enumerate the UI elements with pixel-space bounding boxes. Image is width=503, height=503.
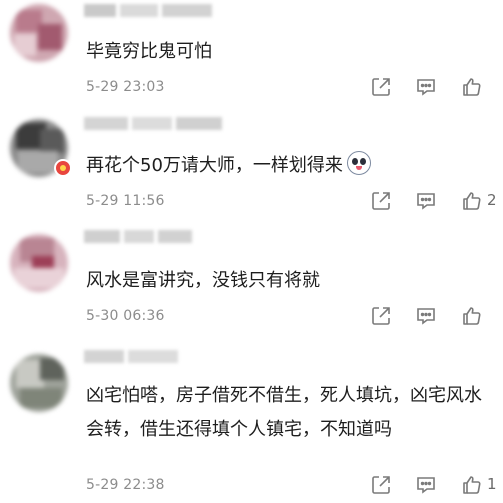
comment-icon[interactable] — [414, 189, 438, 213]
share-icon[interactable] — [369, 473, 393, 497]
thumbs-up-icon[interactable] — [460, 473, 484, 497]
timestamp: 5-29 22:38 — [86, 477, 165, 493]
thumbs-up-icon[interactable] — [460, 304, 484, 328]
comment-item: 再花个50万请大师，一样划得来 5-29 11:56 2 — [0, 113, 503, 219]
comment-actions — [363, 75, 503, 99]
share-icon[interactable] — [369, 75, 393, 99]
timestamp: 5-30 06:36 — [86, 308, 165, 324]
like-count: 1 — [487, 475, 497, 493]
comment-icon[interactable] — [414, 473, 438, 497]
thumbs-up-icon[interactable] — [460, 75, 484, 99]
comment-text-body: 再花个50万请大师，一样划得来 — [86, 155, 343, 176]
comment-actions: 1 — [363, 473, 503, 497]
avatar[interactable] — [10, 234, 68, 292]
username[interactable] — [84, 4, 214, 17]
share-icon[interactable] — [369, 304, 393, 328]
verified-badge-icon — [54, 159, 72, 177]
comment-actions — [363, 304, 503, 328]
like-count: 2 — [487, 191, 497, 209]
comment-item: 毕竟穷比鬼可怕 5-29 23:03 — [0, 0, 503, 113]
share-icon[interactable] — [369, 189, 393, 213]
comment-icon[interactable] — [414, 304, 438, 328]
comment-icon[interactable] — [414, 75, 438, 99]
comment-actions: 2 — [363, 189, 503, 213]
comment-text: 毕竟穷比鬼可怕 — [86, 41, 212, 62]
comment-text: 凶宅怕嗒，房子借死不借生，死人填坑，凶宅风水会转，借生还得填个人镇宅，不知道吗 — [86, 385, 482, 440]
avatar[interactable] — [10, 354, 68, 412]
avatar[interactable] — [10, 4, 68, 62]
username[interactable] — [84, 230, 194, 243]
timestamp: 5-29 23:03 — [86, 79, 165, 95]
comment-text: 再花个50万请大师，一样划得来 — [86, 149, 486, 183]
thumbs-up-icon[interactable] — [460, 189, 484, 213]
comment-text: 风水是富讲究，没钱只有将就 — [86, 270, 320, 291]
husky-dog-emoji-icon — [346, 151, 371, 175]
comment-item: 风水是富讲究，没钱只有将就 5-30 06:36 — [0, 226, 503, 340]
comment-item: 凶宅怕嗒，房子借死不借生，死人填坑，凶宅风水会转，借生还得填个人镇宅，不知道吗 … — [0, 346, 503, 503]
timestamp: 5-29 11:56 — [86, 193, 165, 209]
username[interactable] — [84, 117, 224, 130]
username[interactable] — [84, 350, 180, 363]
